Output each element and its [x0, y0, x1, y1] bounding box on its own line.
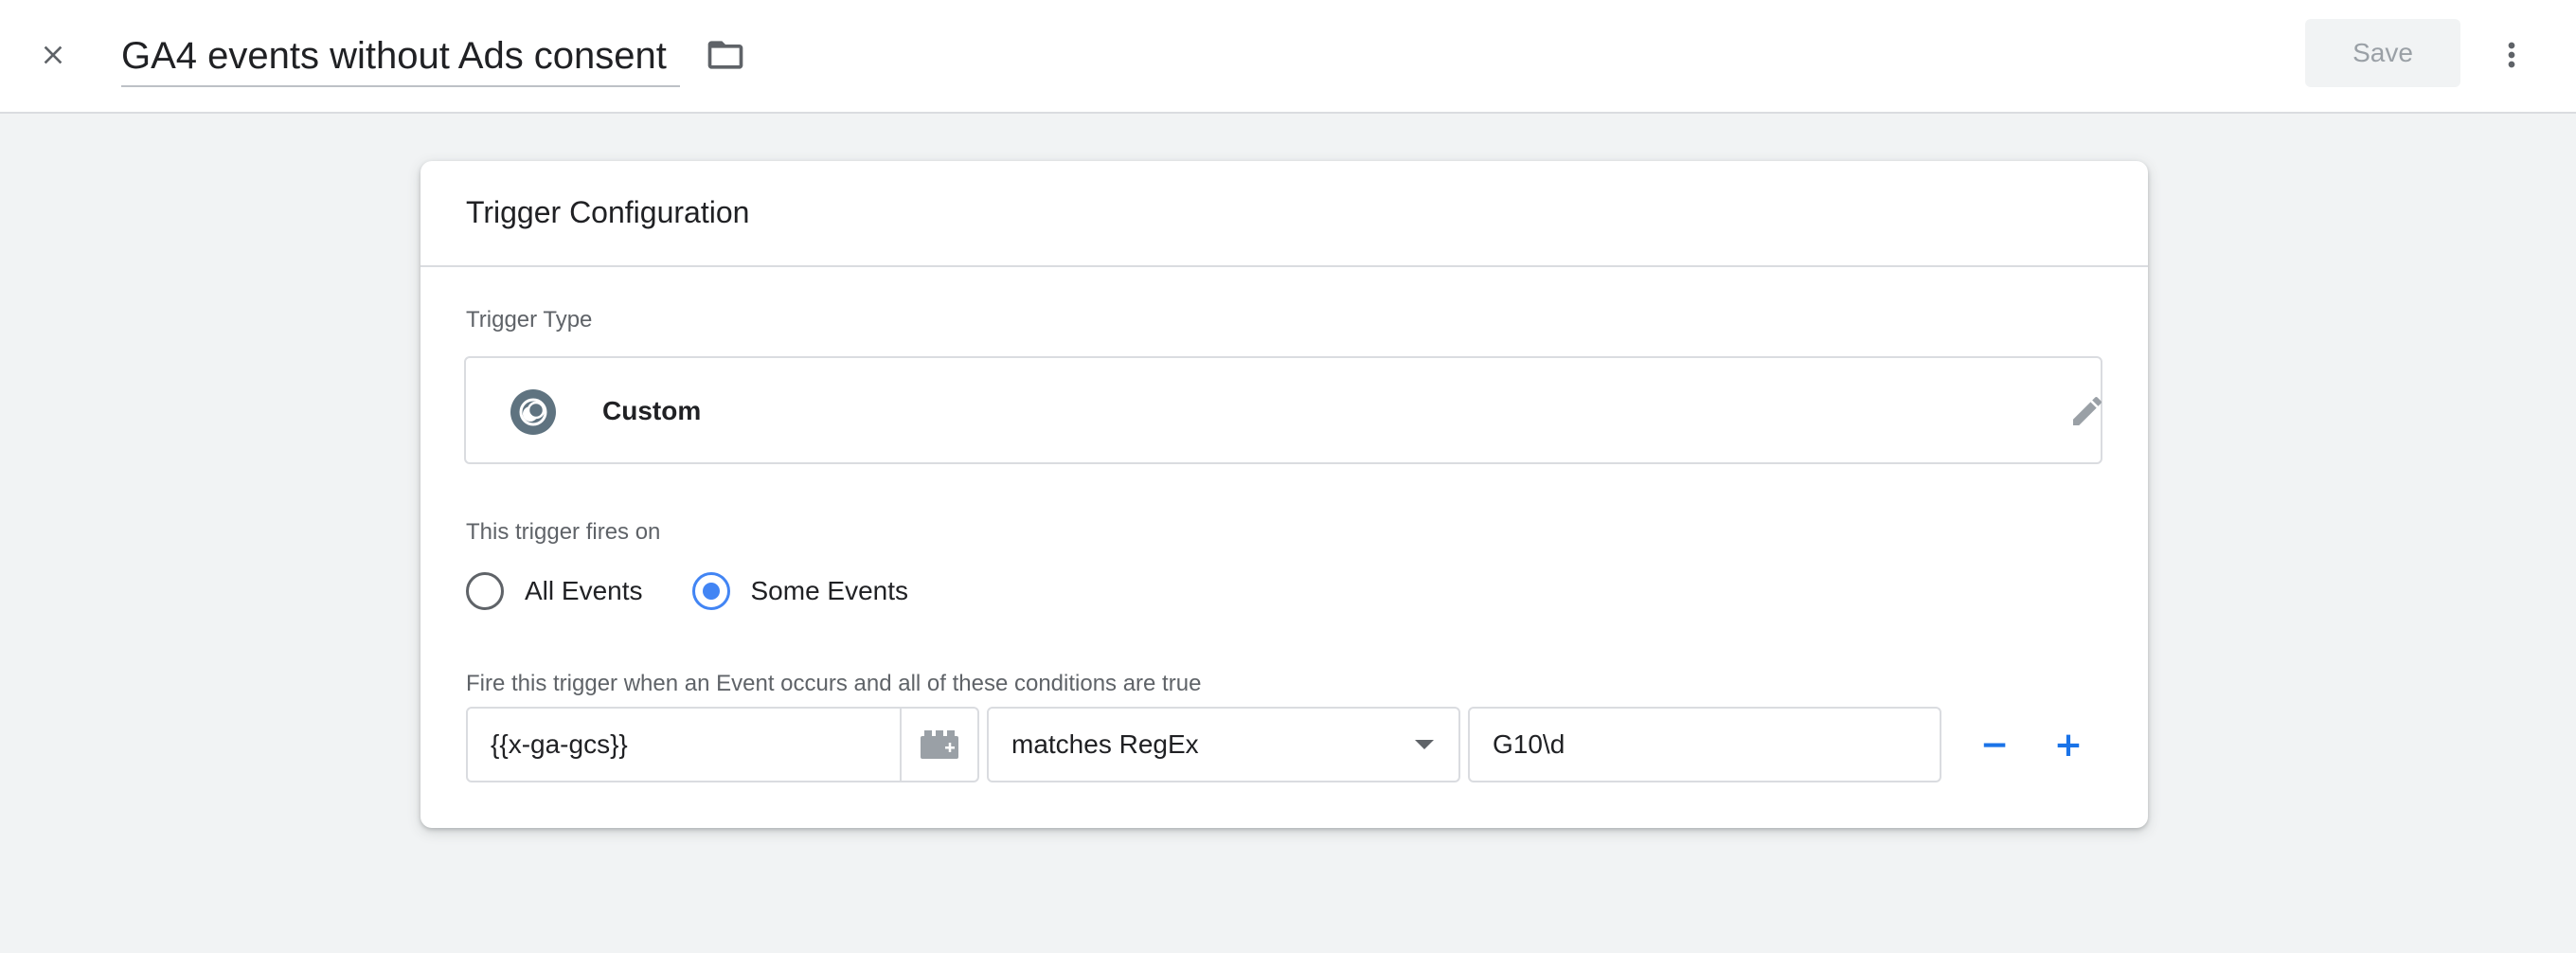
- condition-variable-field: [466, 707, 979, 782]
- radio-button-checked[interactable]: [691, 572, 730, 610]
- condition-operator-value: matches RegEx: [1011, 729, 1199, 759]
- trigger-name-field[interactable]: GA4 events without Ads consent: [121, 27, 680, 87]
- edit-trigger-type-button[interactable]: [2063, 387, 2112, 436]
- trigger-type-selector[interactable]: Custom: [464, 356, 2102, 464]
- close-button[interactable]: [27, 28, 80, 81]
- condition-operator-select[interactable]: matches RegEx: [987, 707, 1460, 782]
- chevron-down-icon: [1415, 740, 1434, 749]
- more-options-button[interactable]: [2485, 27, 2538, 83]
- conditions-label: Fire this trigger when an Event occurs a…: [466, 671, 1202, 696]
- radio-label: All Events: [525, 576, 643, 605]
- remove-condition-button[interactable]: −: [1968, 718, 2021, 771]
- fires-on-label: This trigger fires on: [466, 519, 661, 545]
- pencil-icon: [2073, 396, 2102, 425]
- add-variable-icon: [921, 730, 958, 759]
- variable-picker-button[interactable]: [900, 709, 977, 781]
- add-condition-button[interactable]: +: [2042, 718, 2095, 771]
- radio-some-events[interactable]: Some Events: [691, 572, 909, 610]
- folder-button[interactable]: [699, 28, 752, 81]
- condition-value-input[interactable]: [1470, 729, 1940, 760]
- trigger-type-name: Custom: [602, 396, 702, 425]
- radio-button-unchecked[interactable]: [466, 572, 504, 610]
- more-vert-icon: [2508, 42, 2515, 68]
- close-icon: [44, 45, 63, 64]
- save-button[interactable]: Save: [2305, 19, 2460, 87]
- trigger-configuration-card: Trigger Configuration Trigger Type Custo…: [420, 161, 2148, 828]
- custom-event-icon: [510, 389, 556, 435]
- radio-label: Some Events: [750, 576, 909, 605]
- top-bar: GA4 events without Ads consent Save: [0, 0, 2576, 114]
- condition-value-field: [1468, 707, 1941, 782]
- trigger-name: GA4 events without Ads consent: [121, 34, 667, 77]
- fires-on-radio-group: All Events Some Events: [466, 568, 957, 614]
- folder-icon: [707, 41, 743, 69]
- radio-all-events[interactable]: All Events: [466, 572, 643, 610]
- card-divider: [420, 265, 2148, 267]
- card-title: Trigger Configuration: [466, 195, 750, 229]
- condition-variable-input[interactable]: [468, 709, 900, 781]
- trigger-type-label: Trigger Type: [466, 307, 593, 333]
